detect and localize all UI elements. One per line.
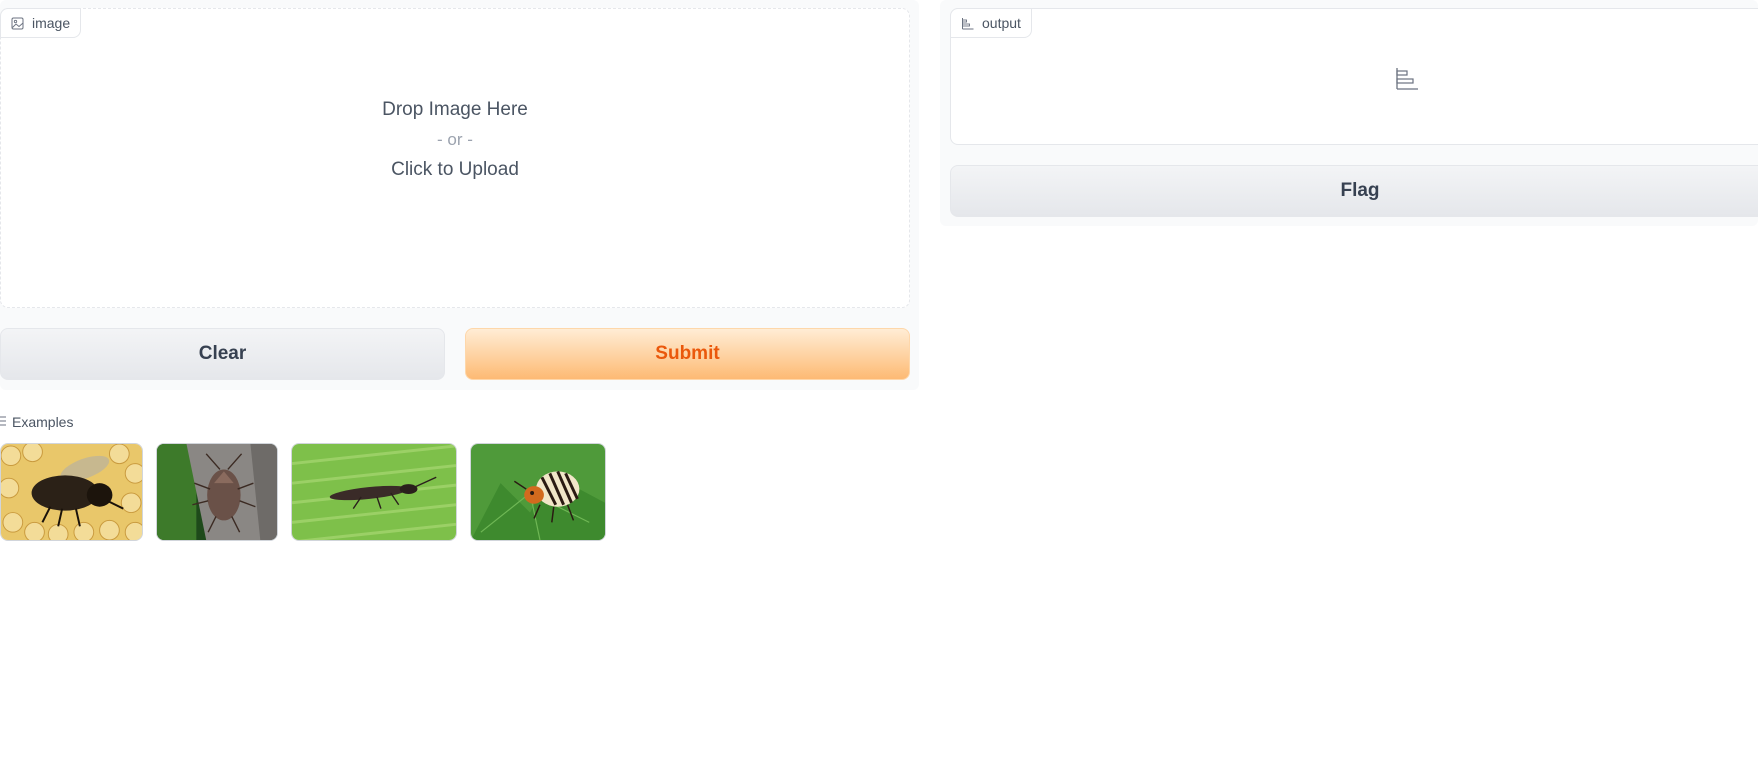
clear-button[interactable]: Clear	[0, 328, 445, 380]
image-icon	[11, 17, 24, 30]
flag-button[interactable]: Flag	[950, 165, 1758, 217]
examples-header: Examples	[0, 412, 73, 432]
examples-label: Examples	[12, 414, 74, 430]
example-thumbnail-potato-beetle[interactable]	[470, 443, 606, 541]
image-label: image	[32, 15, 71, 31]
drop-image-text: Drop Image Here	[382, 99, 528, 120]
output-label-tag: output	[950, 8, 1032, 38]
image-upload-area[interactable]: image Drop Image Here - or - Click to Up…	[0, 8, 910, 308]
list-icon	[0, 414, 6, 430]
example-thumbnail-bee[interactable]	[0, 443, 143, 541]
bar-chart-icon	[961, 17, 974, 30]
example-thumbnail-stink-bug[interactable]	[156, 443, 278, 541]
image-label-tag: image	[0, 8, 82, 38]
or-separator-text: - or -	[437, 130, 473, 149]
bar-chart-icon	[1394, 66, 1420, 97]
click-to-upload-text[interactable]: Click to Upload	[391, 157, 519, 183]
example-thumbnail-thrips[interactable]	[291, 443, 457, 541]
output-label: output	[982, 15, 1021, 31]
submit-button[interactable]: Submit	[465, 328, 910, 380]
output-area: output	[950, 8, 1758, 145]
